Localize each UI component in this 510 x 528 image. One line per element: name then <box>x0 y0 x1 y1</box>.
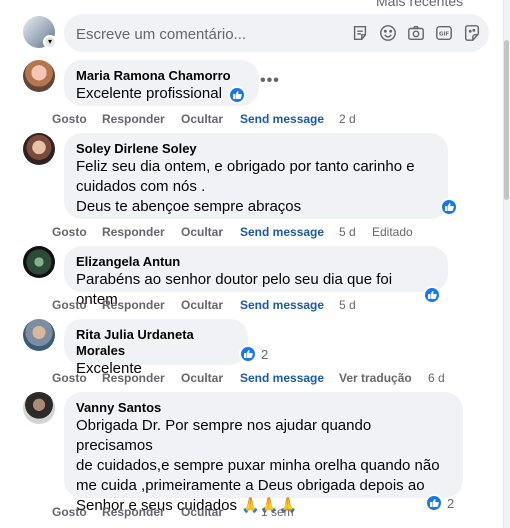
reaction-summary[interactable]: 2 <box>239 345 268 363</box>
like-button[interactable]: Gosto <box>52 225 87 239</box>
hide-button[interactable]: Ocultar <box>181 298 223 312</box>
reply-button[interactable]: Responder <box>102 112 165 126</box>
like-icon <box>239 345 257 363</box>
reaction-count: 2 <box>447 495 455 511</box>
edited-label: Editado <box>372 225 413 239</box>
send-message-button[interactable]: Send message <box>240 112 324 126</box>
hide-button[interactable]: Ocultar <box>181 505 223 519</box>
scrollbar-thumb[interactable] <box>504 40 509 200</box>
comment-bubble: Rita Julia Urdaneta Morales Excelente <box>64 319 248 377</box>
like-icon <box>425 494 443 512</box>
commenter-avatar[interactable] <box>23 133 55 165</box>
send-message-button[interactable]: Send message <box>240 371 324 385</box>
avatar-sticker-icon[interactable] <box>462 23 482 43</box>
comment-timestamp[interactable]: 5 d <box>339 298 356 312</box>
reaction-summary[interactable] <box>228 86 246 104</box>
reply-button[interactable]: Responder <box>102 225 165 239</box>
comment-text-line: de cuidados,e sempre puxar minha orelha … <box>76 457 440 474</box>
comment-text-line: cuidados com nós . <box>76 178 206 195</box>
comment-text-line: Deus te abençoe sempre abraços <box>76 198 302 215</box>
reaction-summary[interactable] <box>440 198 458 216</box>
comment-author[interactable]: Elizangela Antun <box>76 254 436 270</box>
reaction-summary[interactable] <box>423 286 441 304</box>
camera-icon[interactable] <box>406 23 426 43</box>
commenter-avatar[interactable] <box>23 319 55 351</box>
commenter-avatar[interactable] <box>23 392 55 424</box>
comment-timestamp[interactable]: 2 d <box>339 112 356 126</box>
like-button[interactable]: Gosto <box>52 505 87 519</box>
commenter-avatar[interactable] <box>23 246 55 278</box>
emoji-icon[interactable] <box>378 23 398 43</box>
like-button[interactable]: Gosto <box>52 112 87 126</box>
comment-text-line: me cuida ,primeiramente a Deus obrigada … <box>76 477 425 494</box>
reply-button[interactable]: Responder <box>102 371 165 385</box>
comments-panel: Mais recentes ▾ GIF Mari <box>0 0 503 528</box>
hide-button[interactable]: Ocultar <box>181 225 223 239</box>
comment-input[interactable] <box>76 24 296 44</box>
comment-timestamp[interactable]: 6 d <box>428 371 445 385</box>
comment-text-line: Obrigada Dr. Por sempre nos ajudar quand… <box>76 417 372 454</box>
reaction-summary[interactable]: 2 <box>425 494 454 512</box>
reply-button[interactable]: Responder <box>102 298 165 312</box>
comment-author[interactable]: Soley Dirlene Soley <box>76 141 436 157</box>
comment-timestamp[interactable]: 1 sem <box>261 505 294 519</box>
send-message-button[interactable]: Send message <box>240 225 324 239</box>
send-message-button[interactable]: Send message <box>240 298 324 312</box>
comment-author[interactable]: Vanny Santos <box>76 400 451 416</box>
comment-bubble: Elizangela Antun Parabéns ao senhor dout… <box>64 246 448 308</box>
comment-timestamp[interactable]: 5 d <box>339 225 356 239</box>
gif-icon[interactable]: GIF <box>434 23 454 43</box>
commenter-avatar[interactable] <box>23 60 55 92</box>
comment-author[interactable]: Rita Julia Urdaneta Morales <box>76 327 236 359</box>
like-icon <box>228 86 246 104</box>
comment-author[interactable]: Maria Ramona Chamorro <box>76 68 247 84</box>
reply-button[interactable]: Responder <box>102 505 165 519</box>
scrollbar[interactable] <box>503 0 510 528</box>
comment-bubble: Soley Dirlene Soley Feliz seu dia ontem,… <box>64 133 448 219</box>
comment-bubble: Vanny Santos Obrigada Dr. Por sempre nos… <box>64 392 463 514</box>
svg-text:GIF: GIF <box>439 32 449 38</box>
hide-button[interactable]: Ocultar <box>181 371 223 385</box>
chevron-down-icon[interactable]: ▾ <box>43 35 57 49</box>
like-icon <box>440 198 458 216</box>
reaction-count: 2 <box>261 346 269 362</box>
sort-dropdown[interactable]: Mais recentes <box>376 0 463 9</box>
sticker-icon[interactable] <box>350 23 370 43</box>
composer-tools: GIF <box>350 23 482 43</box>
see-translation-button[interactable]: Ver tradução <box>339 371 412 385</box>
comment-text-line: Excelente profissional <box>76 85 222 102</box>
like-button[interactable]: Gosto <box>52 298 87 312</box>
hide-button[interactable]: Ocultar <box>181 112 223 126</box>
comment-composer: ▾ GIF <box>23 14 493 52</box>
like-icon <box>423 286 441 304</box>
more-options-icon[interactable]: ••• <box>260 72 280 90</box>
like-button[interactable]: Gosto <box>52 371 87 385</box>
comment-text-line: Feliz seu dia ontem, e obrigado por tant… <box>76 158 415 175</box>
